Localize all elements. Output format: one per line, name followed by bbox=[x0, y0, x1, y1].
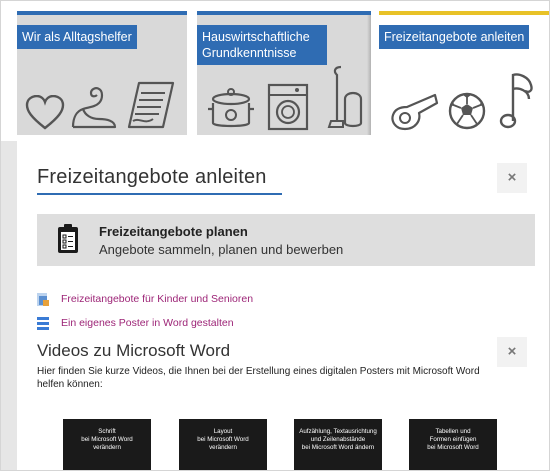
category-tabs: Wir als Alltagshelfer Hauswirtschaftlich… bbox=[1, 1, 549, 141]
video-thumbnail-schrift[interactable]: Schrift bei Microsoft Word verändern bbox=[63, 419, 151, 470]
video-thumbnail-aufzaehlung[interactable]: Aufzählung, Textausrichtung und Zeilenab… bbox=[294, 419, 382, 470]
close-button[interactable]: × bbox=[497, 163, 527, 193]
muscle-arm-icon bbox=[71, 87, 117, 129]
link-label: Ein eigenes Poster in Word gestalten bbox=[61, 317, 234, 329]
tab-hauswirtschaft[interactable]: Hauswirtschaftliche Grundkenntnisse bbox=[197, 11, 371, 135]
link-label: Freizeitangebote für Kinder und Senioren bbox=[61, 293, 254, 305]
cooking-pot-icon bbox=[208, 88, 254, 128]
tab-divider bbox=[367, 15, 371, 135]
list-link-icon bbox=[37, 317, 49, 330]
title-underline bbox=[37, 193, 282, 195]
topic-panel: Freizeitangebote anleiten × Freizeitange… bbox=[17, 141, 549, 470]
tab-alltagshelfer[interactable]: Wir als Alltagshelfer bbox=[17, 11, 187, 135]
document-link-icon bbox=[37, 293, 49, 306]
tab-label: Hauswirtschaftliche Grundkenntnisse bbox=[197, 25, 327, 65]
video-thumbnail-tabellen[interactable]: Tabellen und Formen einfügen bei Microso… bbox=[409, 419, 497, 470]
plan-title: Freizeitangebote planen bbox=[99, 224, 248, 239]
music-note-icon bbox=[499, 73, 533, 129]
videos-description: Hier finden Sie kurze Videos, die Ihnen … bbox=[37, 366, 480, 390]
plan-section[interactable]: Freizeitangebote planen Angebote sammeln… bbox=[37, 214, 535, 266]
tab-icons bbox=[197, 60, 371, 135]
videos-heading: Videos zu Microsoft Word bbox=[37, 341, 231, 360]
tab-label: Wir als Alltagshelfer bbox=[17, 25, 137, 49]
app-frame: Wir als Alltagshelfer Hauswirtschaftlich… bbox=[0, 0, 550, 471]
washing-machine-icon bbox=[267, 83, 309, 131]
page-title: Freizeitangebote anleiten bbox=[37, 166, 267, 188]
tab-icons bbox=[17, 60, 187, 135]
soccer-ball-icon bbox=[448, 92, 486, 130]
plan-subtitle: Angebote sammeln, planen und bewerben bbox=[99, 242, 344, 257]
videos-close-button[interactable]: × bbox=[497, 337, 527, 367]
tab-icons bbox=[379, 60, 549, 135]
heart-icon bbox=[25, 95, 65, 130]
tab-label: Freizeitangebote anleiten bbox=[379, 25, 530, 49]
clipboard-icon bbox=[58, 224, 78, 253]
vacuum-cleaner-icon bbox=[327, 65, 363, 128]
content-area: Freizeitangebote anleiten × Freizeitange… bbox=[1, 141, 549, 470]
video-thumbnail-layout[interactable]: Layout bei Microsoft Word verändern bbox=[179, 419, 267, 470]
whistle-icon bbox=[391, 93, 439, 131]
document-icon bbox=[127, 81, 175, 129]
tab-freizeitangebote[interactable]: Freizeitangebote anleiten bbox=[379, 11, 549, 135]
